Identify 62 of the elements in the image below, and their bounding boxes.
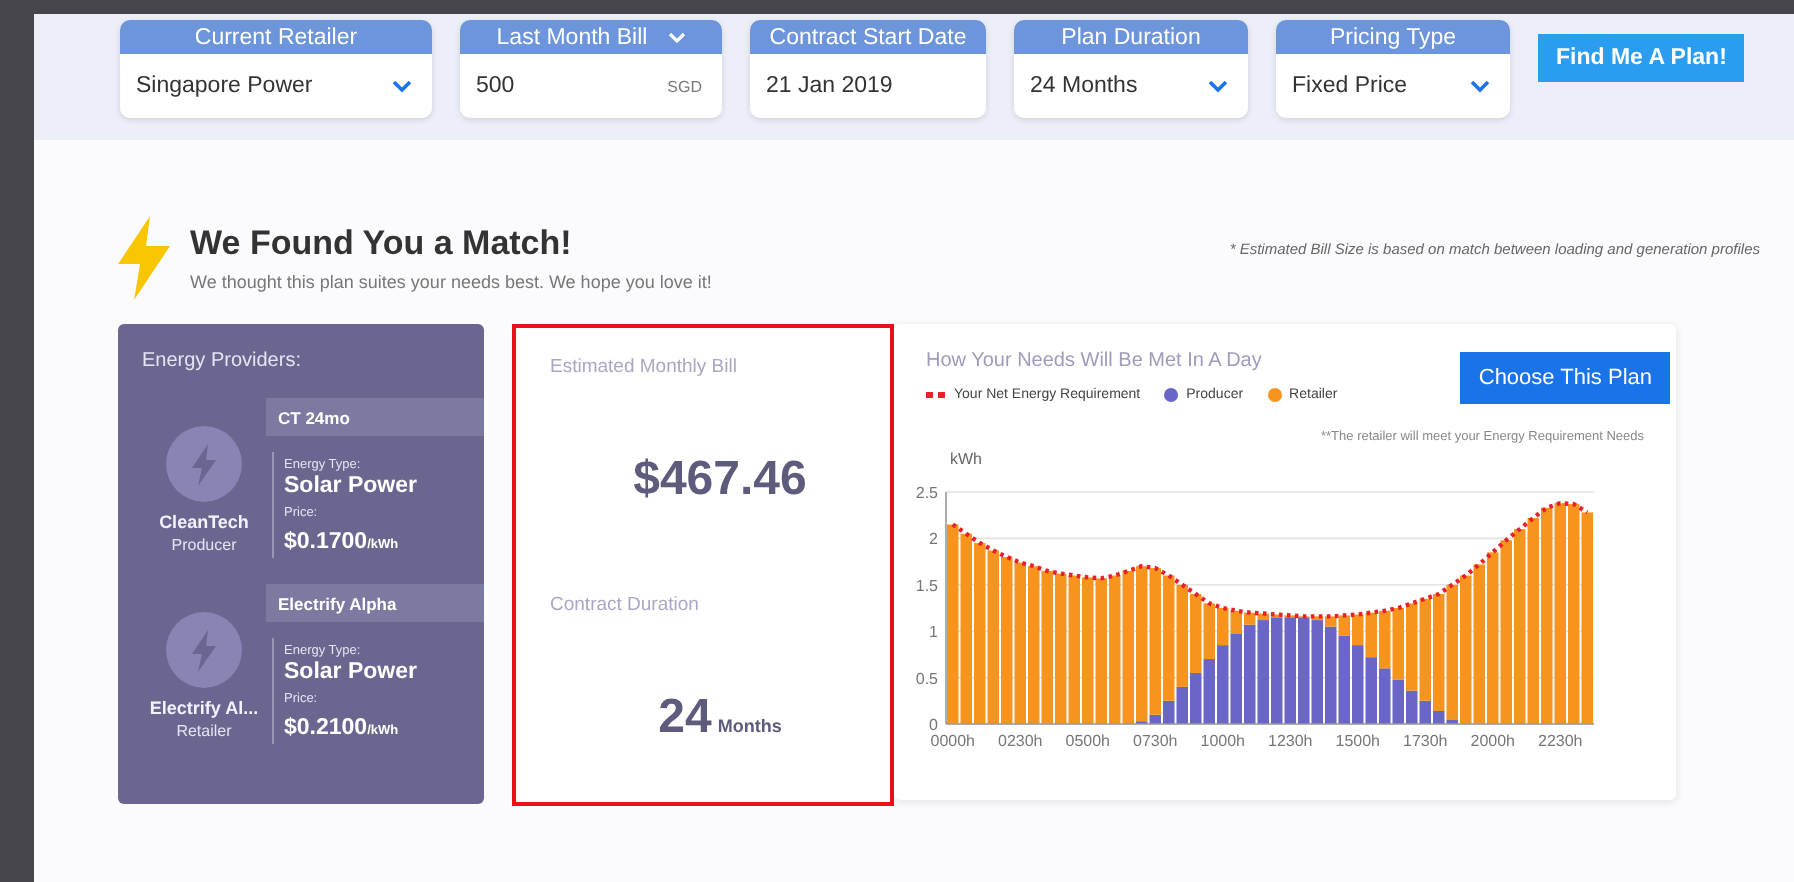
axis-tick-label: 2	[929, 530, 938, 549]
filter-value: 21 Jan 2019	[766, 74, 893, 98]
currency-label: SGD	[667, 77, 702, 95]
plan-name: Electrify Alpha	[266, 584, 484, 622]
price-value: $0.1700	[284, 530, 368, 554]
provider-name: Electrify Al...	[149, 698, 259, 718]
filter-field[interactable]: Pricing Type Fixed Price	[1276, 20, 1510, 118]
filter-label: Plan Duration	[1061, 25, 1201, 49]
filter-value: 24 Months	[1030, 74, 1138, 98]
legend-dot-icon	[1267, 388, 1282, 402]
filter-field[interactable]: Current Retailer Singapore Power	[120, 20, 432, 118]
axis-tick-label: 0	[929, 716, 938, 734]
bill-amount: $467.46	[633, 452, 807, 508]
axis-tick-label: 0500h	[1065, 732, 1110, 750]
filter-label: Contract Start Date	[769, 25, 967, 49]
filter-label: Current Retailer	[194, 25, 358, 49]
axis-tick-label: 0730h	[1133, 732, 1178, 750]
axis-tick-label: 1730h	[1403, 732, 1448, 750]
axis-tick-label: 0.5	[915, 669, 938, 688]
legend-dot-icon	[1164, 388, 1179, 402]
lightning-avatar-icon	[166, 426, 242, 502]
axis-tick-label: 2000h	[1470, 732, 1515, 750]
choose-plan-button[interactable]: Choose This Plan	[1460, 352, 1670, 404]
duration-value: 24	[658, 690, 712, 746]
duration-unit: Months	[717, 716, 782, 736]
chevron-down-icon	[1470, 79, 1490, 93]
filter-value: 500	[476, 74, 515, 98]
filter-value: Fixed Price	[1292, 74, 1408, 98]
field-label: Contract Duration	[550, 594, 701, 616]
axis-tick-label: 0000h	[930, 732, 975, 750]
price-value: $0.2100	[284, 716, 368, 740]
chevron-down-icon	[1208, 79, 1228, 93]
filter-label: Last Month Bill	[496, 25, 648, 49]
legend-dash-icon	[926, 392, 946, 398]
provider-role: Producer	[171, 536, 237, 554]
section-title: We Found You a Match!	[190, 224, 574, 264]
section-subtitle: We thought this plan suites your needs best. We hope you love it!	[190, 272, 714, 292]
lightning-bolt-icon	[118, 216, 171, 300]
field-label: Estimated Monthly Bill	[550, 356, 739, 378]
card-title: Energy Providers:	[142, 350, 303, 372]
axis-tick-label: 1000h	[1200, 732, 1245, 750]
axis-tick-label: 2230h	[1538, 732, 1583, 750]
provider-name: CleanTech	[159, 512, 249, 532]
axis-label: kWh	[950, 450, 982, 468]
provider-role: Retailer	[176, 722, 232, 740]
filter-field[interactable]: Contract Start Date 21 Jan 2019	[750, 20, 986, 118]
filter-field[interactable]: Plan Duration 24 Months	[1014, 20, 1248, 118]
lightning-avatar-icon	[166, 612, 242, 688]
energy-type: Solar Power	[284, 660, 419, 684]
chevron-down-icon	[392, 79, 412, 93]
axis-tick-label: 1230h	[1268, 732, 1313, 750]
axis-tick-label: 0230h	[998, 732, 1043, 750]
filter-value: Singapore Power	[136, 74, 313, 98]
energy-type: Solar Power	[284, 474, 419, 498]
plan-name: CT 24mo	[266, 398, 484, 436]
filter-field[interactable]: Last Month Bill 500 SGD	[460, 20, 722, 118]
axis-tick-label: 2.5	[915, 484, 938, 502]
axis-tick-label: 1.5	[915, 576, 938, 595]
filter-label: Pricing Type	[1329, 25, 1457, 49]
axis-tick-label: 1500h	[1335, 732, 1380, 750]
card-title: How Your Needs Will Be Met In A Day	[926, 350, 1264, 372]
axis-tick-label: 1	[929, 623, 938, 642]
